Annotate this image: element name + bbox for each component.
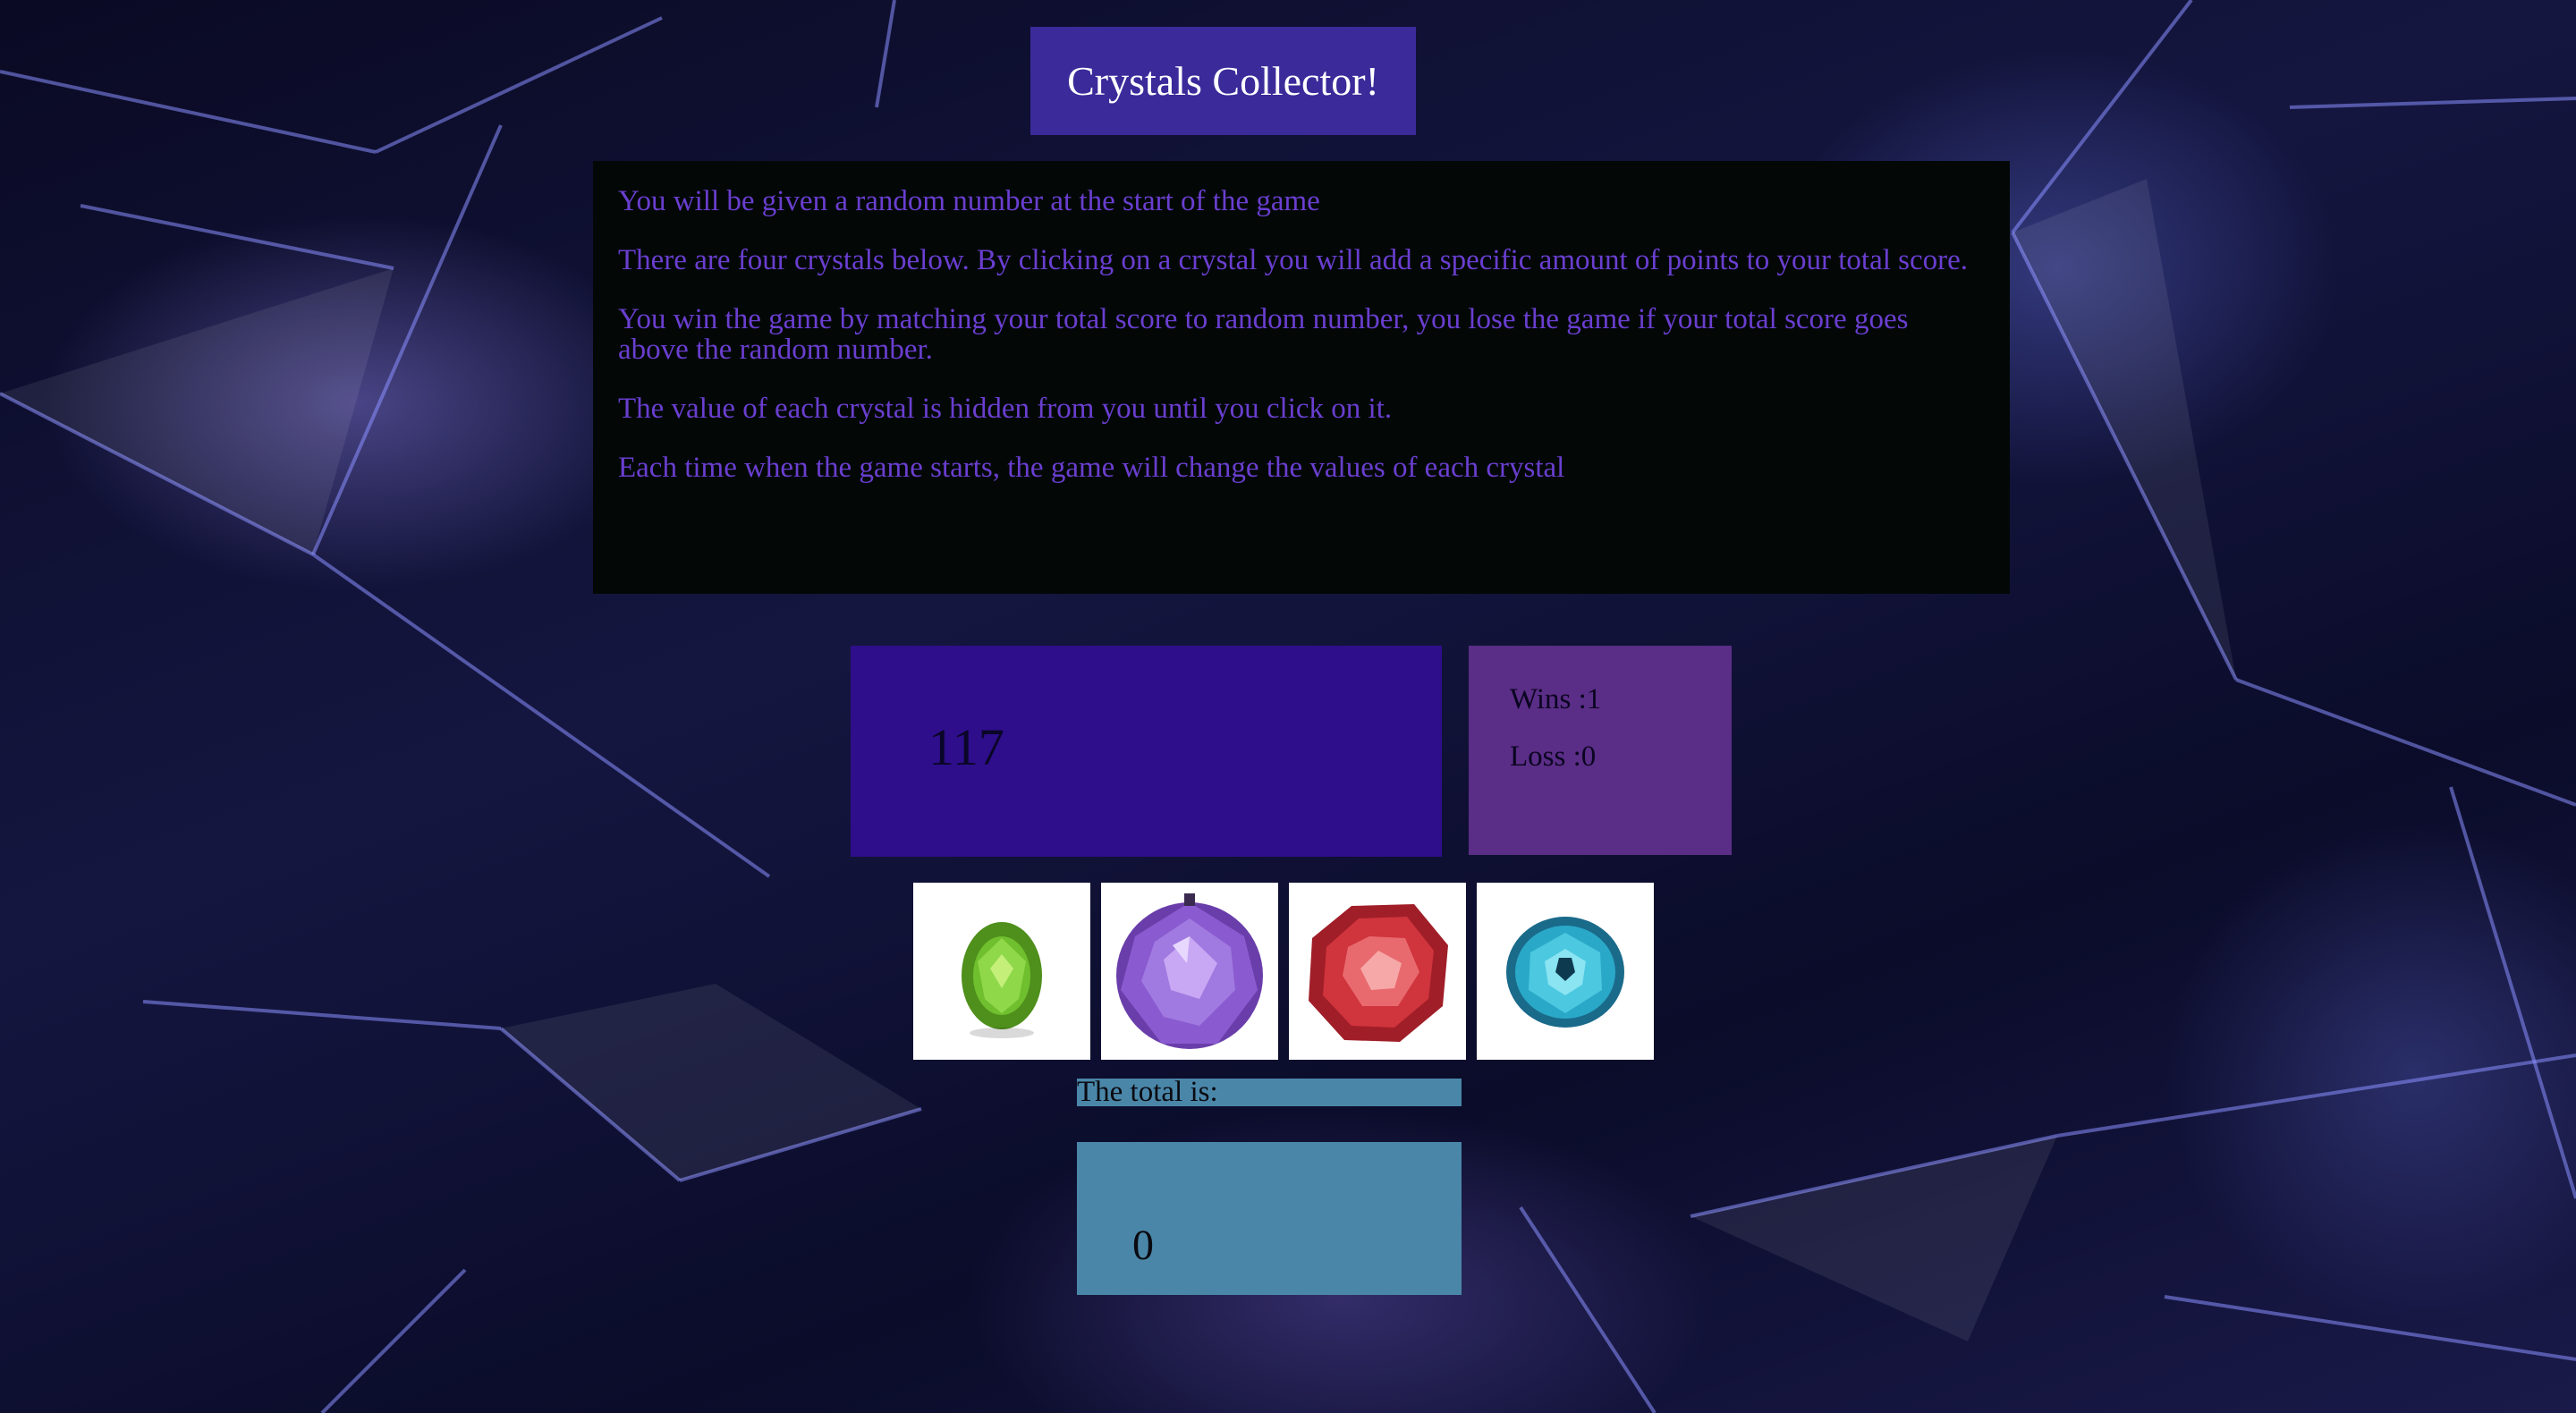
green-crystal-button[interactable]	[913, 883, 1090, 1060]
instruction-text: The value of each crystal is hidden from…	[618, 393, 1393, 425]
total-score-box: 0	[1077, 1142, 1462, 1295]
page-title: Crystals Collector!	[1030, 27, 1416, 135]
loss-count: Loss :0	[1510, 740, 1597, 773]
red-crystal-icon	[1309, 904, 1448, 1042]
instructions-panel: You will be given a random number at the…	[593, 161, 2010, 594]
random-number-box: 117	[851, 646, 1442, 857]
instruction-text: You win the game by matching your total …	[618, 303, 1909, 366]
blue-crystal-button[interactable]	[1477, 883, 1654, 1060]
purple-crystal-icon	[1116, 893, 1263, 1049]
instruction-text: Each time when the game starts, the game…	[618, 452, 1565, 484]
instruction-text: There are four crystals below. By clicki…	[618, 244, 1969, 276]
total-label: The total is:	[1077, 1078, 1462, 1107]
total-score: 0	[1132, 1222, 1154, 1269]
purple-crystal-button[interactable]	[1101, 883, 1278, 1060]
instruction-text: You will be given a random number at the…	[618, 185, 1320, 217]
wins-count: Wins :1	[1510, 683, 1602, 715]
scoreboard: Wins :1 Loss :0	[1469, 646, 1732, 855]
blue-crystal-icon	[1506, 917, 1624, 1028]
red-crystal-button[interactable]	[1289, 883, 1466, 1060]
green-crystal-icon	[962, 922, 1042, 1038]
random-number: 117	[928, 718, 1004, 776]
